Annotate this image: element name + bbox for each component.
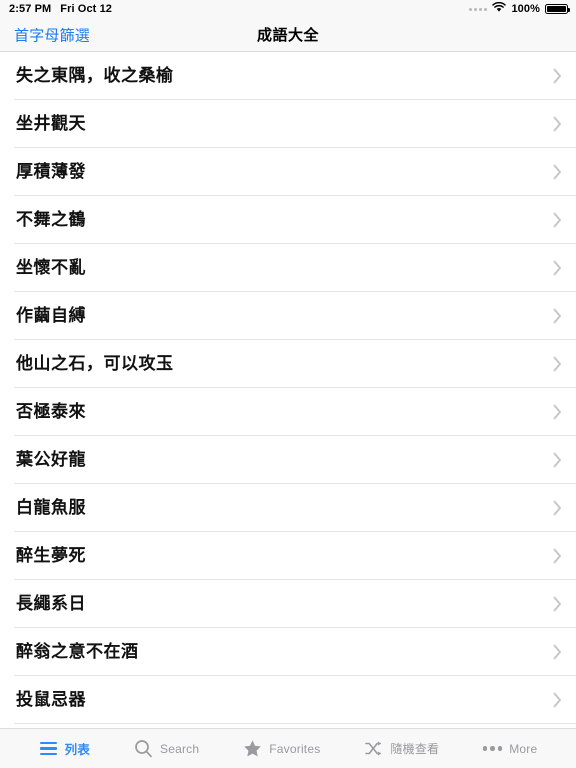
shuffle-icon bbox=[364, 739, 383, 758]
list-hamburger-icon bbox=[39, 739, 58, 758]
search-icon bbox=[134, 739, 153, 758]
list-item[interactable]: 坐懷不亂 bbox=[0, 244, 576, 292]
list-item-label: 醉生夢死 bbox=[16, 545, 86, 566]
list-item-label: 他山之石，可以攻玉 bbox=[16, 353, 174, 374]
list-item-label: 厚積薄發 bbox=[16, 161, 86, 182]
list-item[interactable]: 長繩系日 bbox=[0, 580, 576, 628]
tab-search[interactable]: Search bbox=[112, 739, 221, 758]
list-item-label: 醉翁之意不在酒 bbox=[16, 641, 139, 662]
status-bar-left: 2:57 PM Fri Oct 12 bbox=[9, 3, 112, 15]
chevron-right-icon bbox=[553, 404, 562, 420]
navigation-bar: 首字母篩選 成語大全 bbox=[0, 18, 576, 52]
list-item[interactable]: 醉翁之意不在酒 bbox=[0, 628, 576, 676]
first-letter-filter-button[interactable]: 首字母篩選 bbox=[14, 24, 90, 45]
tab-more[interactable]: More bbox=[461, 739, 559, 758]
battery-full-icon bbox=[545, 4, 570, 14]
chevron-right-icon bbox=[553, 164, 562, 180]
list-item[interactable]: 否極泰來 bbox=[0, 388, 576, 436]
list-item[interactable]: 厚積薄發 bbox=[0, 148, 576, 196]
list-item[interactable]: 坐井觀天 bbox=[0, 100, 576, 148]
chevron-right-icon bbox=[553, 68, 562, 84]
chevron-right-icon bbox=[553, 692, 562, 708]
tab-list-label: 列表 bbox=[64, 743, 91, 757]
star-icon bbox=[243, 739, 262, 758]
tab-bar: 列表 Search Favorites 隨機查看 More bbox=[0, 728, 576, 768]
tab-random[interactable]: 隨機查看 bbox=[342, 739, 461, 758]
list-item-label: 坐井觀天 bbox=[16, 113, 86, 134]
list-item-label: 投鼠忌器 bbox=[16, 689, 86, 710]
wifi-icon bbox=[492, 1, 507, 16]
chevron-right-icon bbox=[553, 212, 562, 228]
list-item[interactable]: 作繭自縛 bbox=[0, 292, 576, 340]
chevron-right-icon bbox=[553, 596, 562, 612]
list-item[interactable]: 失之東隅，收之桑榆 bbox=[0, 52, 576, 100]
status-time: 2:57 PM bbox=[9, 3, 52, 15]
status-bar: 2:57 PM Fri Oct 12 100% bbox=[0, 0, 576, 18]
list-item-label: 不舞之鶴 bbox=[16, 209, 86, 230]
tab-more-label: More bbox=[509, 741, 538, 756]
tab-search-label: Search bbox=[160, 741, 200, 756]
list-item-label: 白龍魚服 bbox=[16, 497, 86, 518]
chevron-right-icon bbox=[553, 356, 562, 372]
battery-percent: 100% bbox=[511, 3, 540, 15]
list-item[interactable]: 他山之石，可以攻玉 bbox=[0, 340, 576, 388]
chevron-right-icon bbox=[553, 644, 562, 660]
chevron-right-icon bbox=[553, 116, 562, 132]
list-item[interactable]: 葉公好龍 bbox=[0, 436, 576, 484]
signal-dots-icon bbox=[469, 7, 488, 11]
tab-favorites[interactable]: Favorites bbox=[221, 739, 342, 758]
list-item-label: 長繩系日 bbox=[16, 593, 86, 614]
list-item-label: 坐懷不亂 bbox=[16, 257, 86, 278]
list-item-label: 作繭自縛 bbox=[16, 305, 86, 326]
chevron-right-icon bbox=[553, 308, 562, 324]
ellipsis-icon bbox=[482, 739, 503, 758]
list-item-label: 失之東隅，收之桑榆 bbox=[16, 65, 174, 86]
idiom-list[interactable]: 失之東隅，收之桑榆 坐井觀天 厚積薄發 不舞之鶴 坐懷不亂 作繭自縛 他山之石，… bbox=[0, 52, 576, 728]
chevron-right-icon bbox=[553, 452, 562, 468]
list-item-label: 葉公好龍 bbox=[16, 449, 86, 470]
list-item[interactable]: 不舞之鶴 bbox=[0, 196, 576, 244]
status-bar-right: 100% bbox=[469, 1, 570, 16]
chevron-right-icon bbox=[553, 500, 562, 516]
tab-favorites-label: Favorites bbox=[269, 741, 321, 756]
chevron-right-icon bbox=[553, 548, 562, 564]
tab-list[interactable]: 列表 bbox=[17, 739, 112, 758]
status-date: Fri Oct 12 bbox=[60, 3, 113, 15]
list-item[interactable]: 白龍魚服 bbox=[0, 484, 576, 532]
app-root: 2:57 PM Fri Oct 12 100% 首字母篩選 成語大全 失之東隅，… bbox=[0, 0, 576, 768]
tab-random-label: 隨機查看 bbox=[390, 742, 440, 756]
list-item-label: 否極泰來 bbox=[16, 401, 86, 422]
list-item[interactable]: 醉生夢死 bbox=[0, 532, 576, 580]
chevron-right-icon bbox=[553, 260, 562, 276]
list-item[interactable]: 投鼠忌器 bbox=[0, 676, 576, 724]
